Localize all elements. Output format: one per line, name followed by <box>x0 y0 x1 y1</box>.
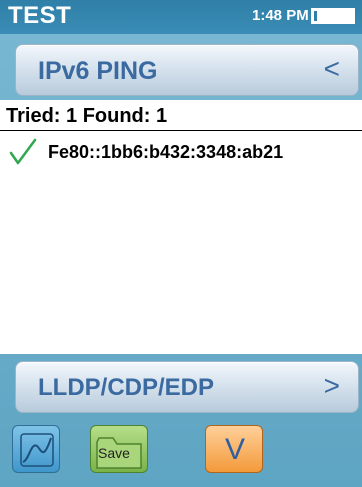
graph-button[interactable] <box>12 425 60 473</box>
back-arrow-icon: < <box>323 53 340 84</box>
battery-level <box>314 11 317 21</box>
screen: TEST 1:48 PM IPv6 PING < Tried: 1 Found:… <box>0 0 362 487</box>
save-button[interactable]: Save <box>90 425 148 473</box>
save-label: Save <box>98 445 130 461</box>
chevron-down-icon: V <box>224 433 245 466</box>
results-summary: Tried: 1 Found: 1 <box>6 105 168 127</box>
results-panel: Tried: 1 Found: 1 Fe80::1bb6:b432:3348:a… <box>0 100 362 354</box>
result-row[interactable]: Fe80::1bb6:b432:3348:ab21 <box>0 133 362 169</box>
result-address: Fe80::1bb6:b432:3348:ab21 <box>48 142 284 162</box>
ipv6-ping-header-button[interactable]: IPv6 PING < <box>15 44 359 96</box>
divider <box>0 130 362 131</box>
nav-label: LLDP/CDP/EDP <box>38 374 215 401</box>
menu-button[interactable]: V <box>205 425 263 473</box>
page-title: IPv6 PING <box>38 57 158 85</box>
app-title: TEST <box>8 2 72 29</box>
battery-icon <box>311 8 355 24</box>
check-icon <box>9 138 37 165</box>
graph-icon <box>20 433 54 467</box>
lldp-cdp-edp-button[interactable]: LLDP/CDP/EDP > <box>15 361 359 413</box>
clock: 1:48 PM <box>252 7 309 24</box>
status-bar: TEST 1:48 PM <box>0 0 362 34</box>
forward-arrow-icon: > <box>323 370 340 401</box>
